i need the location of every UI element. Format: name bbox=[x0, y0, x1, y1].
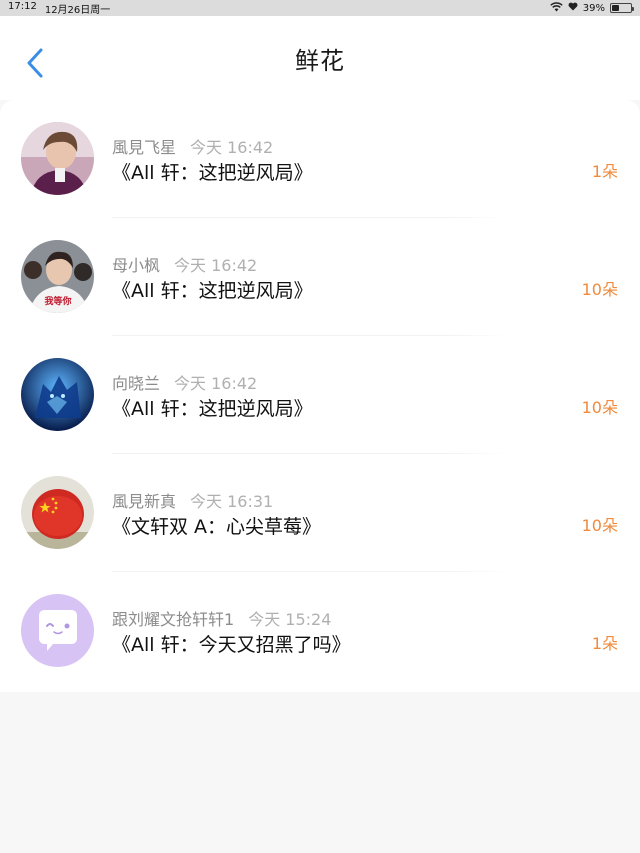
flower-count: 10朵 bbox=[581, 398, 618, 417]
flower-count: 1朵 bbox=[591, 162, 618, 181]
avatar[interactable] bbox=[21, 122, 94, 195]
book-title: 《All 轩：这把逆风局》 bbox=[112, 398, 313, 420]
battery-icon bbox=[610, 3, 634, 13]
battery-percent: 39% bbox=[582, 2, 605, 14]
list-item[interactable]: 向晓兰 今天 16:42 《All 轩：这把逆风局》 10朵 bbox=[0, 336, 640, 454]
avatar-caption: 我等你 bbox=[44, 295, 71, 307]
list-item[interactable]: 風見飞星 今天 16:42 《All 轩：这把逆风局》 1朵 bbox=[0, 100, 640, 218]
status-time: 17:12 bbox=[8, 0, 37, 12]
nav-header: 鲜花 bbox=[0, 16, 640, 100]
sender-name: 風見新真 bbox=[112, 492, 177, 511]
avatar[interactable]: 我等你 bbox=[21, 240, 94, 313]
avatar[interactable] bbox=[21, 358, 94, 431]
wifi-icon bbox=[550, 1, 563, 15]
flower-count: 1朵 bbox=[591, 634, 618, 653]
send-time: 今天 16:31 bbox=[190, 492, 274, 511]
battery-fill bbox=[612, 5, 620, 11]
status-date: 12月26日周一 bbox=[44, 4, 111, 16]
flower-count: 10朵 bbox=[581, 516, 618, 535]
sender-meta: 風見新真 今天 16:31 bbox=[112, 488, 273, 512]
sender-meta: 向晓兰 今天 16:42 bbox=[112, 370, 257, 394]
sender-name: 風見飞星 bbox=[112, 138, 177, 157]
flower-list: 風見飞星 今天 16:42 《All 轩：这把逆风局》 1朵 我等你 母小枫 今天 … bbox=[0, 100, 640, 692]
back-button[interactable] bbox=[20, 46, 50, 80]
send-time: 今天 16:42 bbox=[190, 138, 274, 157]
sender-name: 跟刘耀文抢轩轩1 bbox=[112, 610, 235, 629]
book-title: 《文轩双 A：心尖草莓》 bbox=[112, 516, 322, 538]
send-time: 今天 16:42 bbox=[174, 374, 258, 393]
avatar[interactable] bbox=[21, 476, 94, 549]
sender-name: 母小枫 bbox=[112, 256, 161, 275]
send-time: 今天 15:24 bbox=[248, 610, 332, 629]
list-item[interactable]: 我等你 母小枫 今天 16:42 《All 轩：这把逆风局》 10朵 bbox=[0, 218, 640, 336]
chevron-left-icon bbox=[27, 48, 43, 78]
page-title: 鲜花 bbox=[295, 46, 345, 75]
sender-meta: 風見飞星 今天 16:42 bbox=[112, 134, 273, 158]
flower-count: 10朵 bbox=[581, 280, 618, 299]
status-bar: 17:12 12月26日周一 39% bbox=[0, 0, 640, 16]
book-title: 《All 轩：这把逆风局》 bbox=[112, 162, 313, 184]
send-time: 今天 16:42 bbox=[174, 256, 258, 275]
avatar[interactable] bbox=[21, 594, 94, 667]
book-title: 《All 轩：这把逆风局》 bbox=[112, 280, 313, 302]
sender-name: 向晓兰 bbox=[112, 374, 161, 393]
sender-meta: 跟刘耀文抢轩轩1 今天 15:24 bbox=[112, 606, 331, 630]
heart-icon bbox=[568, 2, 578, 14]
list-item[interactable]: 風見新真 今天 16:31 《文轩双 A：心尖草莓》 10朵 bbox=[0, 454, 640, 572]
list-item[interactable]: 跟刘耀文抢轩轩1 今天 15:24 《All 轩：今天又招黑了吗》 1朵 bbox=[0, 572, 640, 690]
book-title: 《All 轩：今天又招黑了吗》 bbox=[112, 634, 351, 656]
sender-meta: 母小枫 今天 16:42 bbox=[112, 252, 257, 276]
